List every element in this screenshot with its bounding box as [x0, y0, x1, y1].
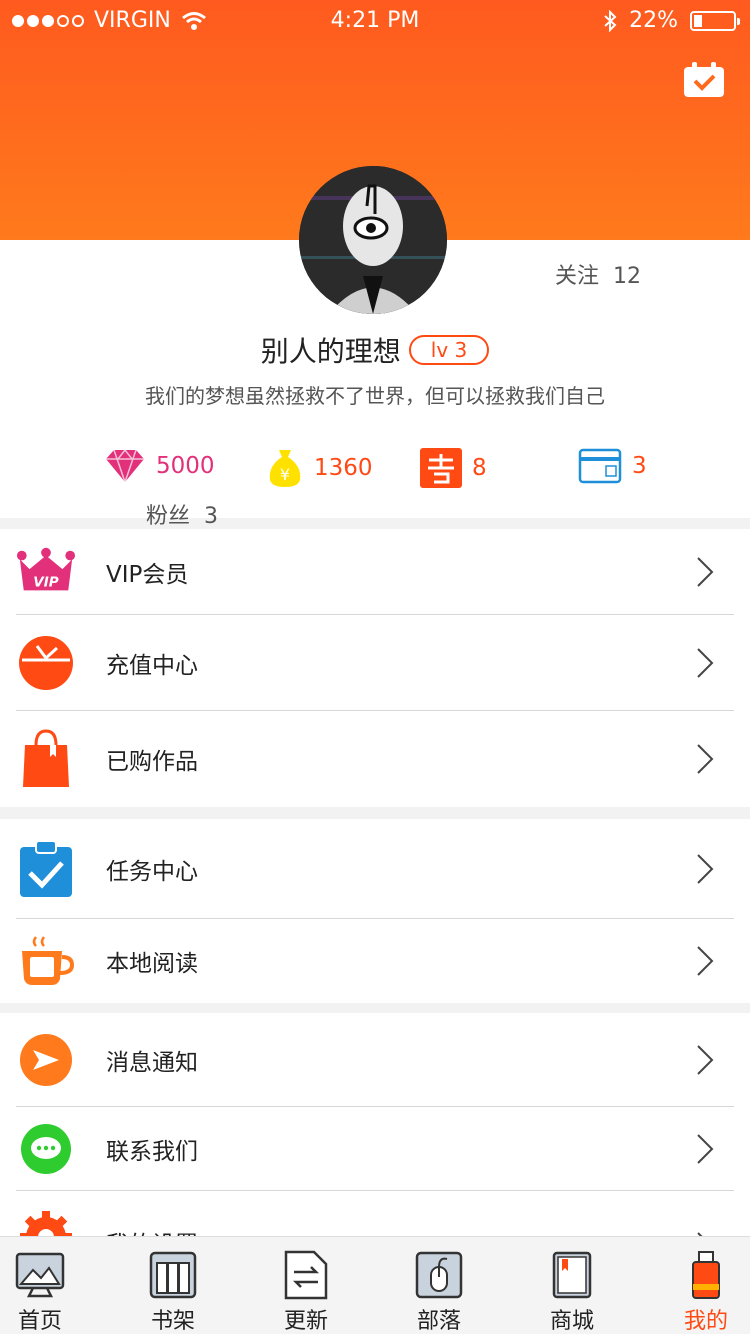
tribe-icon: [411, 1249, 467, 1301]
fans-count: 3: [204, 504, 219, 529]
avatar[interactable]: [299, 166, 447, 314]
chevron-right-icon: [697, 946, 714, 976]
money-asset[interactable]: ¥ 1360: [266, 448, 373, 488]
chevron-right-icon: [697, 557, 714, 587]
tab-label-tribe: 部落: [416, 1309, 461, 1334]
chevron-right-icon: [697, 1045, 714, 1075]
coupon-icon: [420, 448, 462, 488]
tab-label-update: 更新: [283, 1309, 328, 1334]
menu-item-local-reading[interactable]: 本地阅读: [0, 919, 750, 1003]
monthly-card-icon: [578, 448, 622, 484]
gear-icon: [16, 1207, 76, 1236]
menu-label-contact: 联系我们: [106, 1139, 198, 1165]
tab-update[interactable]: 更新: [266, 1237, 346, 1334]
menu-group-settings: 消息通知 联系我们 我的设置: [0, 1013, 750, 1236]
monthly-card-value: 3: [632, 453, 647, 479]
store-icon: [544, 1249, 600, 1301]
tab-label-home: 首页: [17, 1309, 62, 1334]
chevron-right-icon: [697, 648, 714, 678]
diamond-icon: [106, 448, 144, 483]
home-icon: [12, 1249, 68, 1301]
menu-group-account: VIP VIP会员 充值中心 已购作品: [0, 529, 750, 807]
notification-icon: [16, 1030, 76, 1090]
bookshelf-icon: [145, 1249, 201, 1301]
coupon-asset[interactable]: 8: [420, 448, 487, 488]
money-bag-icon: ¥: [269, 450, 301, 487]
tab-label-profile: 我的: [683, 1309, 728, 1334]
menu-item-notifications[interactable]: 消息通知: [0, 1013, 750, 1107]
tab-bar: 首页 书架 更新 部落 商城 我的: [0, 1236, 750, 1334]
username: 别人的理想: [260, 335, 401, 368]
money-value: 1360: [314, 455, 373, 481]
svg-text:VIP: VIP: [33, 575, 59, 591]
vip-crown-icon: VIP: [16, 542, 76, 602]
svg-text:¥: ¥: [280, 465, 290, 484]
follow-stat[interactable]: 关注 12: [555, 258, 641, 290]
menu-label-tasks: 任务中心: [106, 859, 198, 885]
menu-item-tasks[interactable]: 任务中心: [0, 819, 750, 919]
battery-percent: 22%: [629, 8, 678, 33]
status-bar: VIRGIN 4:21 PM 22%: [0, 0, 750, 40]
task-clipboard-icon: [16, 839, 76, 899]
chevron-right-icon: [697, 744, 714, 774]
follow-count: 12: [613, 264, 642, 289]
chat-bubble-icon: [16, 1119, 76, 1179]
monthly-card-asset[interactable]: 3: [578, 448, 647, 484]
tab-home[interactable]: 首页: [0, 1237, 80, 1334]
bluetooth-icon: [604, 9, 617, 32]
calendar-check-icon[interactable]: [683, 62, 725, 98]
menu-group-tasks: 任务中心 本地阅读: [0, 819, 750, 1003]
menu-label-notifications: 消息通知: [106, 1050, 198, 1076]
tab-label-store: 商城: [549, 1309, 594, 1334]
follow-label: 关注: [555, 264, 600, 289]
menu-item-settings[interactable]: 我的设置: [0, 1191, 750, 1236]
tab-store[interactable]: 商城: [532, 1237, 612, 1334]
coffee-cup-icon: [16, 931, 76, 991]
menu-label-recharge: 充值中心: [106, 653, 198, 679]
tab-profile[interactable]: 我的: [666, 1237, 746, 1334]
asset-row: 5000 ¥ 1360 8 3: [0, 448, 750, 488]
chevron-right-icon: [697, 1134, 714, 1164]
username-row: 别人的理想 lv 3: [0, 330, 750, 370]
tab-tribe[interactable]: 部落: [399, 1237, 479, 1334]
profile-icon: [678, 1249, 734, 1301]
tab-label-bookshelf: 书架: [150, 1309, 195, 1334]
menu-label-local-reading: 本地阅读: [106, 951, 198, 977]
menu-label-vip: VIP会员: [106, 562, 189, 588]
menu-item-recharge[interactable]: 充值中心: [0, 615, 750, 711]
level-badge: lv 3: [408, 335, 490, 365]
shopping-bag-icon: [16, 729, 76, 789]
diamond-value: 5000: [156, 453, 215, 479]
diamond-asset[interactable]: 5000: [104, 448, 215, 484]
coupon-value: 8: [472, 455, 487, 481]
signature: 我们的梦想虽然拯救不了世界，但可以拯救我们自己: [145, 384, 605, 408]
fans-label: 粉丝: [146, 504, 191, 529]
menu-label-purchased: 已购作品: [106, 749, 198, 775]
menu-label-settings: 我的设置: [106, 1225, 198, 1236]
menu-item-contact[interactable]: 联系我们: [0, 1107, 750, 1191]
tab-bookshelf[interactable]: 书架: [133, 1237, 213, 1334]
update-icon: [278, 1249, 334, 1301]
battery-icon: [690, 10, 740, 31]
menu-item-purchased[interactable]: 已购作品: [0, 711, 750, 807]
chevron-right-icon: [697, 854, 714, 884]
menu-item-vip[interactable]: VIP VIP会员: [0, 529, 750, 615]
fans-stat[interactable]: 粉丝 3: [146, 498, 218, 530]
recharge-icon: [16, 633, 76, 693]
